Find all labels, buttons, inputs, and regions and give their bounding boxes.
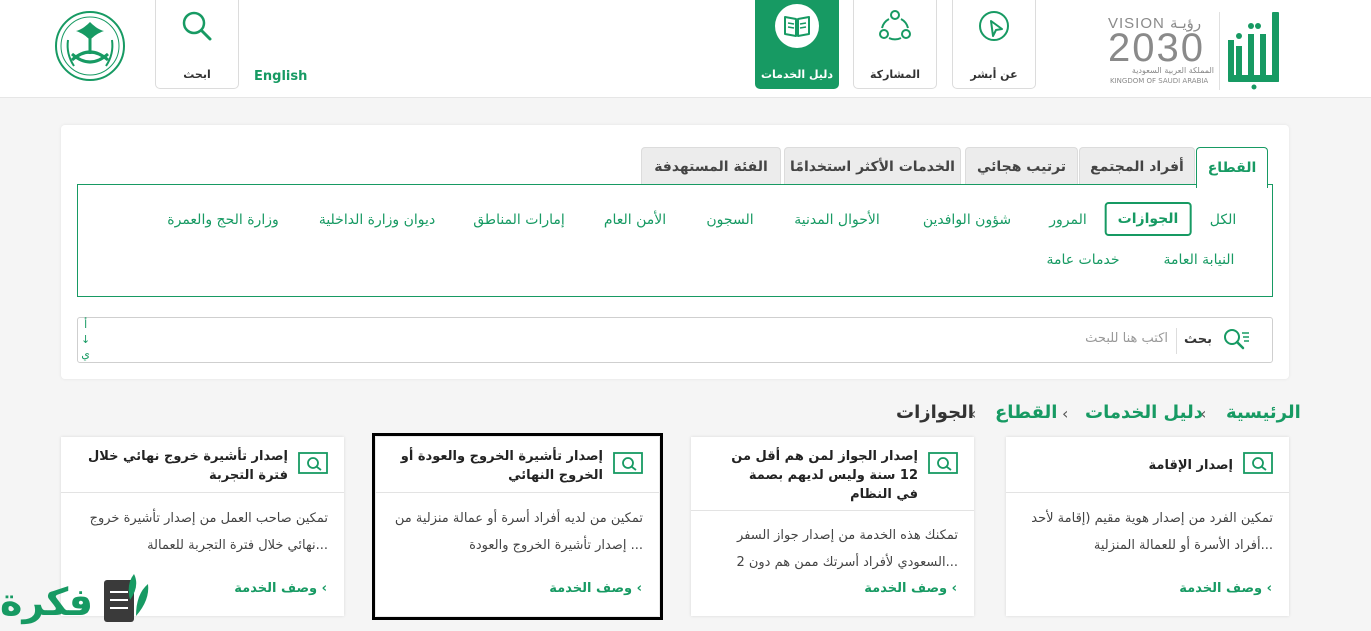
fikra-watermark-logo: فكرة <box>0 566 160 631</box>
category-interior-ministry-diwan[interactable]: ديوان وزارة الداخلية <box>319 212 435 228</box>
tab-community-members[interactable]: أفراد المجتمع <box>1079 147 1195 185</box>
service-description-link[interactable]: وصف الخدمة ‹ <box>234 581 327 596</box>
search-list-icon[interactable] <box>1222 327 1250 357</box>
service-card-header: إصدار الجواز لمن هم أقل من 12 سنة وليس ل… <box>691 437 974 511</box>
tab-sector[interactable]: القطاع <box>1196 147 1268 188</box>
service-description-link[interactable]: وصف الخدمة ‹ <box>864 581 957 596</box>
search-input[interactable]: اكتب هنا للبحث <box>1085 331 1168 346</box>
saudi-emblem-icon <box>54 10 126 82</box>
sector-categories-panel: الكل الجوازات المرور شؤون الوافدين الأحو… <box>77 184 1273 297</box>
tab-most-used-label: الخدمات الأكثر استخدامًا <box>790 158 955 175</box>
service-card-description: تمكين صاحب العمل من إصدار تأشيرة خروج نه… <box>89 511 328 553</box>
header-search-button[interactable]: ابحث <box>155 0 239 89</box>
nav-services-guide-icon-wrap <box>756 4 838 48</box>
nav-participation-label: المشاركة <box>870 68 920 81</box>
service-card-exit-reentry-visa[interactable]: إصدار تأشيرة الخروج والعودة أو الخروج ال… <box>372 433 663 620</box>
absher-logo-text: أبشر <box>1290 6 1291 7</box>
category-general-services[interactable]: خدمات عامة <box>1046 252 1119 268</box>
tab-alphabetical-label: ترتيب هجائي <box>976 158 1067 175</box>
book-icon <box>775 4 819 48</box>
search-icon <box>156 6 238 46</box>
kingdom-arabic: المملكة العربية السعودية <box>1131 66 1214 75</box>
nav-services-guide-label: دليل الخدمات <box>760 68 834 81</box>
service-search-doc-icon <box>613 451 643 479</box>
service-card-residency-issuance[interactable]: إصدار الإقامة تمكين الفرد من إصدار هوية … <box>1006 437 1289 616</box>
breadcrumb-chevron-icon: ‹ <box>1062 404 1069 423</box>
header-search-label: ابحث <box>183 68 211 81</box>
service-card-description: تمكنك هذه الخدمة من إصدار جواز السفر الس… <box>736 528 958 570</box>
nav-about-absher-label: عن أبشر <box>970 68 1018 81</box>
service-card-description: تمكين من لديه أفراد أسرة أو عمالة منزلية… <box>394 511 643 553</box>
breadcrumb-home[interactable]: الرئيسية <box>1226 402 1301 423</box>
category-traffic[interactable]: المرور <box>1049 212 1087 228</box>
tab-most-used[interactable]: الخدمات الأكثر استخدامًا <box>784 147 961 185</box>
nav-about-absher[interactable]: عن أبشر <box>952 0 1036 89</box>
nav-services-guide[interactable]: دليل الخدمات <box>755 0 839 89</box>
logo-divider <box>1219 12 1220 90</box>
category-civil-affairs[interactable]: الأحوال المدنية <box>794 212 880 228</box>
nav-participation[interactable]: المشاركة <box>853 0 937 89</box>
absher-logo[interactable]: أبشر <box>1224 6 1290 90</box>
cursor-pointer-icon <box>953 6 1035 46</box>
category-hajj-umrah-ministry[interactable]: وزارة الحج والعمرة <box>167 212 278 228</box>
service-card-header: إصدار تأشيرة خروج نهائي خلال فترة التجرب… <box>61 437 344 493</box>
service-card-title: إصدار تأشيرة الخروج والعودة أو الخروج ال… <box>400 449 603 483</box>
tab-target-group[interactable]: الفئة المستهدفة <box>641 147 781 185</box>
service-description-link[interactable]: وصف الخدمة ‹ <box>549 581 642 596</box>
service-search-doc-icon <box>298 451 328 479</box>
sort-mark-end: ي <box>81 348 90 361</box>
category-prisons[interactable]: السجون <box>706 212 753 228</box>
category-expatriates-affairs[interactable]: شؤون الوافدين <box>923 212 1011 228</box>
tab-sector-label: القطاع <box>1207 160 1257 176</box>
category-all[interactable]: الكل <box>1210 212 1237 228</box>
category-passports[interactable]: الجوازات <box>1104 202 1192 236</box>
service-card-title: إصدار تأشيرة خروج نهائي خلال فترة التجرب… <box>88 449 288 483</box>
category-public-prosecution[interactable]: النيابة العامة <box>1164 252 1235 268</box>
tab-target-group-label: الفئة المستهدفة <box>654 158 768 175</box>
alphabet-sort-toggle[interactable]: أ ↓ ي <box>81 317 90 362</box>
service-card-title: إصدار الإقامة <box>1148 458 1233 473</box>
breadcrumb-current-passports: الجوازات <box>896 402 974 423</box>
watermark-text: فكرة <box>0 580 94 624</box>
service-card-header: إصدار تأشيرة الخروج والعودة أو الخروج ال… <box>376 437 659 493</box>
services-filter-card: القطاع أفراد المجتمع ترتيب هجائي الخدمات… <box>61 125 1289 379</box>
search-divider <box>1176 328 1177 354</box>
vision-year: 2030 <box>1108 26 1205 70</box>
category-regional-emirates[interactable]: إمارات المناطق <box>473 212 565 228</box>
site-header: أبشر VISION رؤيـة 2030 المملكة العربية ا… <box>0 0 1371 98</box>
search-label: بحث <box>1183 332 1212 347</box>
service-card-header: إصدار الإقامة <box>1006 437 1289 493</box>
vision-2030-logo: VISION رؤيـة 2030 المملكة العربية السعود… <box>1108 12 1216 88</box>
breadcrumb-services-guide[interactable]: دليل الخدمات <box>1085 402 1203 423</box>
service-card-passport-under-12[interactable]: إصدار الجواز لمن هم أقل من 12 سنة وليس ل… <box>691 437 974 616</box>
sort-mark-start: أ <box>84 318 88 331</box>
service-card-description: تمكين الفرد من إصدار هوية مقيم (إقامة لأ… <box>1031 511 1273 553</box>
notebook-leaf-icon <box>104 574 149 622</box>
service-card-title: إصدار الجواز لمن هم أقل من 12 سنة وليس ل… <box>731 449 918 502</box>
service-search-doc-icon <box>928 451 958 479</box>
service-search-box[interactable]: أ ↓ ي بحث اكتب هنا للبحث <box>77 317 1273 363</box>
service-description-link[interactable]: وصف الخدمة ‹ <box>1179 581 1272 596</box>
category-public-security[interactable]: الأمن العام <box>604 212 666 228</box>
service-search-doc-icon <box>1243 451 1273 479</box>
share-network-icon <box>854 6 936 46</box>
tab-alphabetical[interactable]: ترتيب هجائي <box>965 147 1078 185</box>
language-switch-link[interactable]: English <box>254 69 307 84</box>
tab-community-members-label: أفراد المجتمع <box>1090 158 1184 175</box>
sort-mark-arrow: ↓ <box>81 333 91 346</box>
breadcrumb-sector[interactable]: القطاع <box>995 402 1057 423</box>
kingdom-english: KINGDOM OF SAUDI ARABIA <box>1110 77 1209 85</box>
